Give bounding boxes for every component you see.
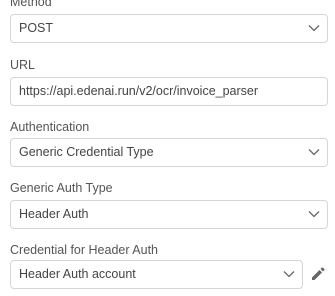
generic-auth-type-value: Header Auth (19, 207, 89, 221)
generic-auth-type-label: Generic Auth Type (10, 181, 113, 195)
pencil-icon[interactable] (310, 266, 326, 282)
url-label: URL (10, 58, 36, 72)
url-field-wrapper (10, 77, 328, 106)
method-label: Method (10, 0, 52, 9)
generic-auth-type-select[interactable]: Header Auth (10, 200, 328, 229)
chevron-down-icon (308, 211, 320, 218)
credential-value: Header Auth account (19, 267, 136, 281)
http-request-form: Method POST URL Authentication Generic C… (0, 0, 335, 296)
url-input[interactable] (19, 78, 319, 105)
credential-label: Credential for Header Auth (10, 243, 159, 257)
authentication-label: Authentication (10, 120, 90, 134)
chevron-down-icon (308, 25, 320, 32)
chevron-down-icon (283, 271, 295, 278)
credential-select[interactable]: Header Auth account (10, 260, 303, 289)
method-value: POST (19, 21, 54, 35)
chevron-down-icon (308, 149, 320, 156)
method-select[interactable]: POST (10, 14, 328, 43)
authentication-value: Generic Credential Type (19, 145, 154, 159)
authentication-select[interactable]: Generic Credential Type (10, 138, 328, 167)
